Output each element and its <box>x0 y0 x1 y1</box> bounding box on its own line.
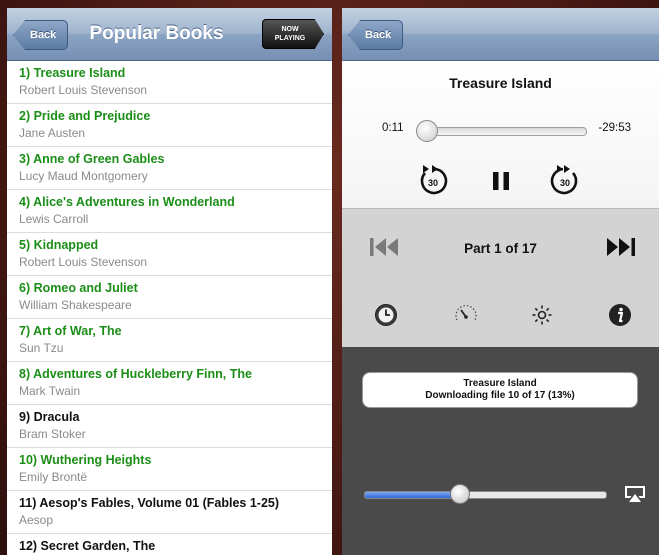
books-screen: Back Popular Books NOW PLAYING 1) Treasu… <box>7 8 332 555</box>
player-status-panel: Treasure Island Downloading file 10 of 1… <box>342 347 659 555</box>
airplay-icon[interactable] <box>623 484 647 504</box>
back-button[interactable]: Back <box>348 20 404 50</box>
brightness-icon[interactable] <box>530 303 554 327</box>
volume-slider-track[interactable] <box>364 491 607 499</box>
book-title: 6) Romeo and Juliet <box>19 281 138 295</box>
download-title: Treasure Island <box>463 378 537 389</box>
book-list-item[interactable]: 9) Dracula Bram Stoker <box>7 405 332 448</box>
book-author: Bram Stoker <box>19 427 86 441</box>
time-remaining: -29:53 <box>598 122 631 134</box>
volume-slider-thumb[interactable] <box>449 484 470 504</box>
book-list-item[interactable]: 3) Anne of Green Gables Lucy Maud Montgom… <box>7 147 332 190</box>
book-author: Robert Louis Stevenson <box>19 255 148 269</box>
now-playing-line1: NOW <box>281 26 299 33</box>
player-controls-panel: Part 1 of 17 <box>342 208 659 347</box>
download-status: Downloading file 10 of 17 (13%) <box>425 390 575 401</box>
book-list-item[interactable]: 6) Romeo and Juliet William Shakespeare <box>7 276 332 319</box>
book-title: 3) Anne of Green Gables <box>19 152 165 166</box>
book-author: Jane Austen <box>19 126 86 140</box>
back-button[interactable]: Back <box>13 20 69 50</box>
book-author: Robert Louis Stevenson <box>19 83 148 97</box>
next-part-button[interactable] <box>603 236 637 258</box>
book-title: 11) Aesop's Fables, Volume 01 (Fables 1-… <box>19 496 280 510</box>
book-list-item[interactable]: 12) Secret Garden, The <box>7 534 332 555</box>
book-title: 2) Pride and Prejudice <box>19 109 151 123</box>
skip-forward-30-button[interactable]: 30 <box>548 164 582 198</box>
time-elapsed: 0:11 <box>382 122 404 134</box>
book-author: Emily Brontë <box>19 470 88 484</box>
book-author: William Shakespeare <box>19 298 132 312</box>
info-icon[interactable] <box>608 303 632 327</box>
book-list-item[interactable]: 4) Alice's Adventures in Wonderland Lewis… <box>7 190 332 233</box>
book-author: Sun Tzu <box>19 341 64 355</box>
book-list-item[interactable]: 8) Adventures of Huckleberry Finn, The Ma… <box>7 362 332 405</box>
book-title: 10) Wuthering Heights <box>19 453 152 467</box>
skip-back-label: 30 <box>428 178 438 188</box>
page-title: Popular Books <box>89 23 224 44</box>
playback-progress-thumb[interactable] <box>416 120 438 142</box>
book-list-item[interactable]: 7) Art of War, The Sun Tzu <box>7 319 332 362</box>
player-top-panel: Treasure Island 0:11 -29:53 30 30 <box>342 61 659 208</box>
book-list-item[interactable]: 5) Kidnapped Robert Louis Stevenson <box>7 233 332 276</box>
book-list-item[interactable]: 1) Treasure Island Robert Louis Stevenson <box>7 61 332 104</box>
skip-forward-label: 30 <box>560 178 570 188</box>
now-playing-button[interactable]: NOW PLAYING <box>262 19 324 49</box>
player-navbar: Back <box>342 8 659 61</box>
book-title: 9) Dracula <box>19 410 80 424</box>
pause-button[interactable] <box>490 170 512 192</box>
now-playing-line2: PLAYING <box>274 35 306 42</box>
playback-progress-track[interactable] <box>422 127 587 136</box>
download-status-box: Treasure Island Downloading file 10 of 1… <box>362 372 638 408</box>
book-author: Lewis Carroll <box>19 212 89 226</box>
volume-slider-fill <box>365 492 459 498</box>
book-author: Lucy Maud Montgomery <box>19 169 148 183</box>
book-list-item[interactable]: 10) Wuthering Heights Emily Brontë <box>7 448 332 491</box>
track-title: Treasure Island <box>449 75 552 91</box>
book-title: 12) Secret Garden, The <box>19 539 156 553</box>
book-list-item[interactable]: 2) Pride and Prejudice Jane Austen <box>7 104 332 147</box>
book-title: 7) Art of War, The <box>19 324 122 338</box>
book-title: 8) Adventures of Huckleberry Finn, The <box>19 367 252 381</box>
clock-icon[interactable] <box>374 303 398 327</box>
speed-icon[interactable] <box>454 303 478 327</box>
book-list-item[interactable]: 11) Aesop's Fables, Volume 01 (Fables 1-… <box>7 491 332 534</box>
book-author: Aesop <box>19 513 54 527</box>
book-author: Mark Twain <box>19 384 81 398</box>
book-title: 5) Kidnapped <box>19 238 99 252</box>
book-list: 1) Treasure Island Robert Louis Stevenson… <box>7 61 332 555</box>
book-title: 4) Alice's Adventures in Wonderland <box>19 195 235 209</box>
player-screen: Back Treasure Island 0:11 -29:53 30 30 P… <box>342 8 659 555</box>
book-title: 1) Treasure Island <box>19 66 126 80</box>
skip-back-30-button[interactable]: 30 <box>416 164 450 198</box>
books-navbar: Back Popular Books NOW PLAYING <box>7 8 332 61</box>
